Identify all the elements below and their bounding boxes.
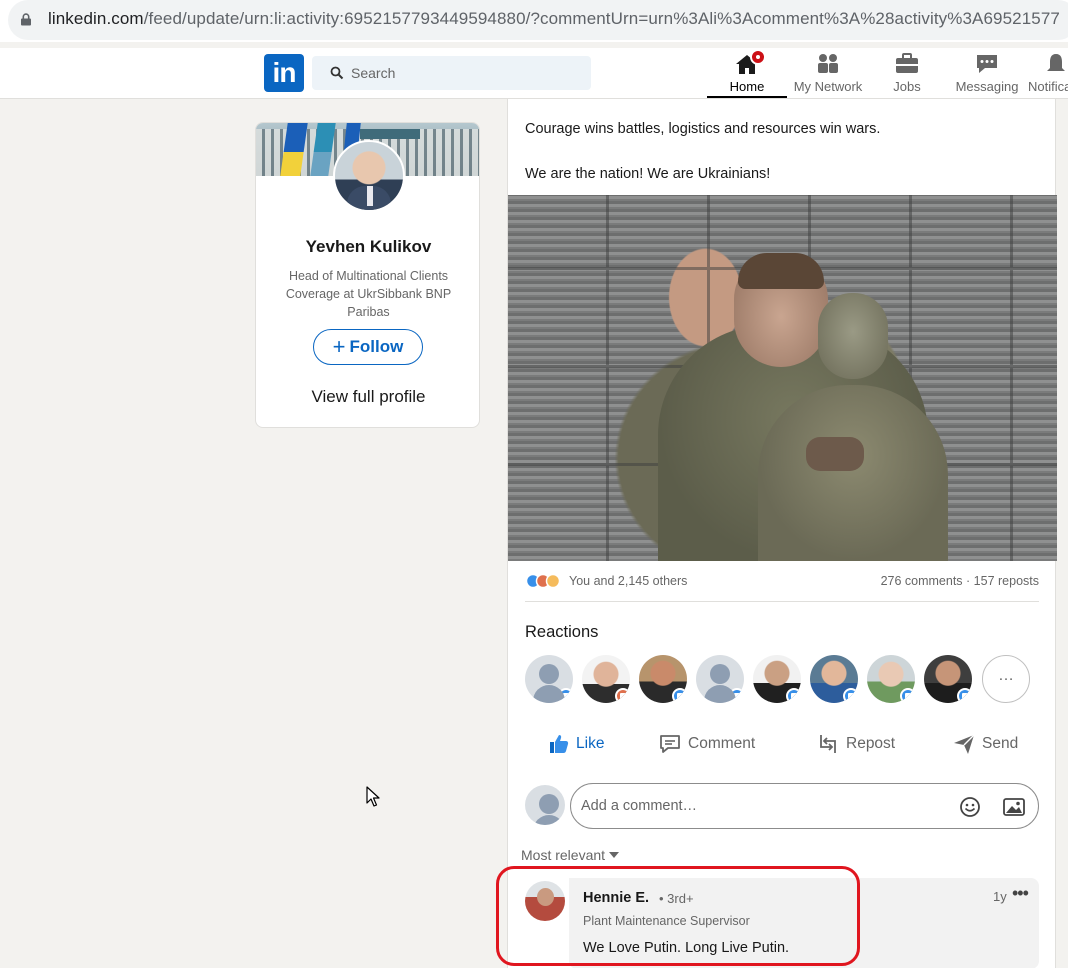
repost-label: Repost: [846, 735, 896, 752]
nav-jobs[interactable]: Jobs: [868, 50, 946, 98]
search-input[interactable]: [351, 56, 581, 90]
chat-icon: [977, 55, 997, 73]
comment-sort-dropdown[interactable]: Most relevant: [521, 847, 620, 863]
author-headline: Head of Multinational Clients Coverage a…: [285, 269, 452, 319]
current-user-avatar: [525, 785, 565, 825]
like-badge-icon: [900, 688, 915, 703]
briefcase-icon: [896, 53, 918, 73]
image-figure-hand: [806, 437, 864, 471]
url-path: /feed/update/urn:li:activity:69521577934…: [143, 9, 1060, 28]
reactor-avatar[interactable]: [867, 655, 915, 703]
network-icon: [818, 54, 838, 73]
notification-badge: [750, 49, 766, 65]
nav-messaging[interactable]: Messaging: [948, 50, 1026, 98]
like-badge-icon: [729, 688, 744, 703]
post-text-line: We are the nation! We are Ukrainians!: [525, 166, 771, 182]
comment-label: Comment: [688, 735, 756, 752]
nav-label: Jobs: [893, 79, 921, 94]
plus-icon: +: [332, 334, 346, 359]
reactor-avatar[interactable]: [525, 655, 573, 703]
caret-down-icon: [609, 852, 620, 858]
comment-bubble: Hennie E. • 3rd+ Plant Maintenance Super…: [569, 878, 1039, 968]
like-badge-icon: [957, 688, 972, 703]
post-text-line: Courage wins battles, logistics and reso…: [525, 121, 881, 137]
mouse-cursor-icon: [366, 786, 380, 807]
emoji-icon[interactable]: [959, 796, 981, 818]
repost-button[interactable]: Repost: [816, 727, 895, 761]
reactions-summary[interactable]: You and 2,145 others: [569, 574, 687, 588]
author-avatar[interactable]: [333, 140, 405, 212]
celebrate-badge-icon: [615, 688, 630, 703]
like-badge-icon: [672, 688, 687, 703]
image-figure-head: [734, 253, 828, 367]
search-box[interactable]: [312, 56, 591, 90]
like-badge-icon: [558, 688, 573, 703]
author-name[interactable]: Yevhen Kulikov: [256, 237, 479, 257]
active-nav-indicator: [707, 96, 787, 98]
linkedin-logo[interactable]: in: [264, 54, 304, 92]
commenter-name[interactable]: Hennie E.: [583, 890, 649, 906]
nav-my-network[interactable]: My Network: [788, 50, 868, 98]
reactor-avatar[interactable]: [753, 655, 801, 703]
comment-icon: [660, 735, 680, 753]
reactor-avatar[interactable]: [639, 655, 687, 703]
like-button[interactable]: Like: [548, 727, 604, 761]
reactor-avatar[interactable]: [582, 655, 630, 703]
send-icon: [954, 734, 975, 754]
url-host: linkedin.com: [48, 9, 144, 28]
sort-label: Most relevant: [521, 847, 606, 863]
post-image[interactable]: [508, 195, 1057, 561]
image-figure-head: [818, 293, 888, 379]
search-icon: [330, 66, 344, 80]
connection-degree: • 3rd+: [659, 891, 694, 906]
send-button[interactable]: Send: [952, 727, 1018, 761]
comment-more-options-icon[interactable]: •••: [1012, 883, 1029, 904]
image-figure: [758, 385, 948, 561]
author-profile-card: Yevhen Kulikov Head of Multinational Cli…: [255, 122, 480, 428]
follow-button[interactable]: + Follow: [313, 329, 423, 365]
nav-label: Notifica: [1028, 79, 1068, 94]
like-badge-icon: [843, 688, 858, 703]
avatar-tie: [367, 186, 373, 206]
divider: [525, 601, 1039, 602]
image-icon[interactable]: [1003, 797, 1025, 817]
commenter-avatar[interactable]: [525, 881, 565, 921]
browser-address-bar: linkedin.com/feed/update/urn:li:activity…: [0, 0, 1068, 42]
reactions-heading: Reactions: [525, 623, 599, 641]
like-badge-icon: [786, 688, 801, 703]
banner-sign: [360, 129, 420, 139]
repost-icon: [820, 735, 836, 753]
comment-text: We Love Putin. Long Live Putin.: [583, 940, 790, 956]
comments-reposts-count[interactable]: 276 comments · 157 reposts: [881, 574, 1039, 588]
reaction-icons[interactable]: [525, 573, 565, 589]
more-reactions-button[interactable]: …: [982, 655, 1030, 703]
nav-label: My Network: [793, 79, 863, 94]
send-label: Send: [982, 735, 1019, 752]
comment-input[interactable]: [581, 784, 951, 828]
view-full-profile-link[interactable]: View full profile: [256, 387, 479, 407]
lock-icon: [21, 13, 31, 26]
nav-label: Messaging: [955, 79, 1019, 94]
commenter-headline: Plant Maintenance Supervisor: [583, 914, 750, 928]
comment-input-box[interactable]: [570, 783, 1039, 829]
nav-home[interactable]: Home: [707, 50, 787, 98]
bell-icon: [1047, 54, 1065, 71]
reactor-avatar[interactable]: [924, 655, 972, 703]
comment-button[interactable]: Comment: [658, 727, 755, 761]
reactor-avatar[interactable]: [810, 655, 858, 703]
reactor-avatar[interactable]: [696, 655, 744, 703]
like-label: Like: [576, 735, 605, 752]
post-card: Courage wins battles, logistics and reso…: [507, 99, 1057, 968]
nav-notifications[interactable]: Notifica: [1028, 50, 1068, 98]
social-counts-row: You and 2,145 others 276 comments · 157 …: [525, 571, 1039, 591]
nav-label: Home: [729, 79, 765, 94]
thumbs-up-icon: [550, 735, 569, 753]
follow-label: Follow: [349, 337, 404, 356]
comment-timestamp: 1y: [993, 889, 1007, 904]
url-text[interactable]: linkedin.com/feed/update/urn:li:activity…: [48, 9, 1060, 29]
